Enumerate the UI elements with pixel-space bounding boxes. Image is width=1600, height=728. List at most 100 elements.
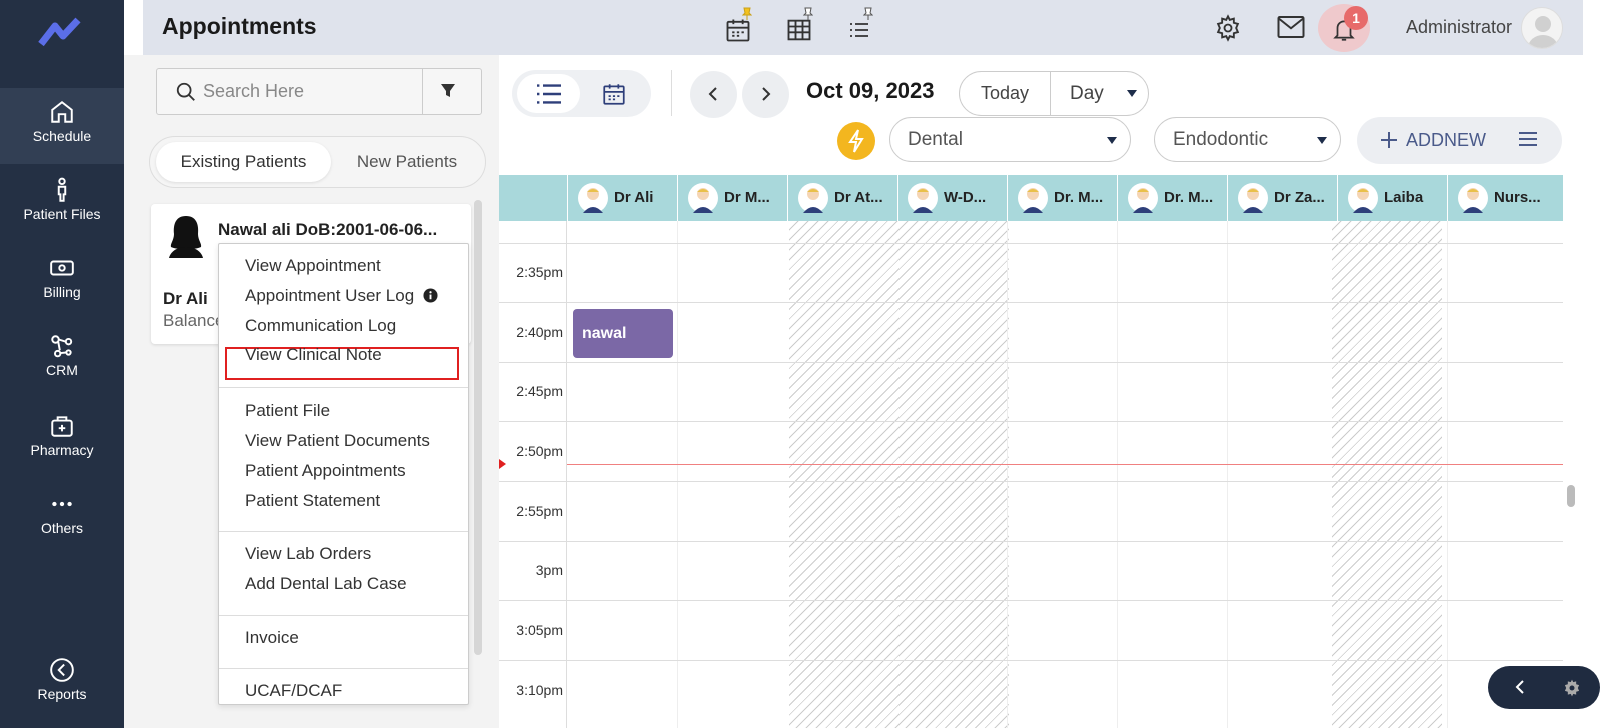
- menu-item-communication-log[interactable]: Communication Log: [245, 316, 396, 336]
- add-new-button[interactable]: ADDNEW: [1357, 117, 1562, 164]
- menu-item-patient-statement[interactable]: Patient Statement: [245, 491, 380, 511]
- hamburger-icon[interactable]: [1517, 129, 1539, 149]
- appointment-block[interactable]: nawal: [573, 309, 673, 358]
- doctor-avatar: [688, 183, 718, 213]
- menu-divider: [219, 615, 468, 616]
- menu-item-appointment-user-log[interactable]: Appointment User Log: [245, 286, 438, 306]
- sidebar-item-billing[interactable]: Billing: [0, 244, 124, 320]
- grid-line: [499, 541, 1563, 542]
- menu-item-view-appointment[interactable]: View Appointment: [245, 256, 381, 276]
- menu-item-view-clinical-note[interactable]: View Clinical Note: [245, 345, 382, 365]
- calendar-mode-button[interactable]: [582, 74, 645, 113]
- time-column: [499, 221, 567, 728]
- subspecialty-select[interactable]: Endodontic: [1154, 117, 1341, 162]
- home-icon: [51, 101, 73, 123]
- avatar[interactable]: [1521, 7, 1563, 49]
- logo[interactable]: [38, 16, 86, 53]
- doctor-column-header[interactable]: Laiba: [1337, 175, 1447, 221]
- menu-item-invoice[interactable]: Invoice: [245, 628, 299, 648]
- next-day-button[interactable]: [742, 71, 789, 118]
- view-select[interactable]: Day: [1052, 72, 1149, 115]
- menu-item-patient-appointments[interactable]: Patient Appointments: [245, 461, 406, 481]
- grid-scrollbar[interactable]: [1567, 485, 1575, 507]
- gear-icon[interactable]: [1214, 14, 1242, 47]
- specialty-select-value: Dental: [908, 129, 963, 150]
- sidebar-item-label: Pharmacy: [30, 442, 94, 458]
- doctor-column-header[interactable]: Dr M...: [677, 175, 787, 221]
- tab-existing-patients[interactable]: Existing Patients: [156, 142, 331, 182]
- sidebar-item-label: Others: [40, 520, 83, 536]
- menu-item-view-lab-orders[interactable]: View Lab Orders: [245, 544, 371, 564]
- menu-item-view-patient-documents[interactable]: View Patient Documents: [245, 431, 430, 451]
- unavailable-column: [899, 221, 1009, 728]
- doctor-avatar: [1238, 183, 1268, 213]
- menu-item-ucaf-dcaf[interactable]: UCAF/DCAF: [245, 681, 342, 701]
- doctor-avatar: [578, 183, 608, 213]
- doctor-column-header[interactable]: W-D...: [897, 175, 1007, 221]
- sidebar-item-label: Patient Files: [23, 206, 101, 222]
- patient-avatar-icon: [169, 216, 203, 258]
- doctor-column-header[interactable]: Dr At...: [787, 175, 897, 221]
- schedule-grid: Dr Ali Dr M... Dr At... W-D... Dr. M... …: [499, 175, 1584, 728]
- list-icon: [537, 84, 561, 104]
- column-line: [1007, 221, 1008, 728]
- filter-icon[interactable]: [440, 83, 456, 99]
- sidebar-item-label: Billing: [43, 284, 81, 300]
- sidebar-item-crm[interactable]: CRM: [0, 322, 124, 398]
- grid-line: [499, 243, 1563, 244]
- plus-icon: [1381, 132, 1397, 148]
- doctor-name: W-D...: [944, 189, 987, 206]
- doctor-column-header[interactable]: Dr. M...: [1007, 175, 1117, 221]
- menu-item-patient-file[interactable]: Patient File: [245, 401, 330, 421]
- chevron-right-icon: [762, 87, 771, 101]
- specialty-select[interactable]: Dental: [889, 117, 1131, 162]
- doctor-name: Dr At...: [834, 189, 883, 206]
- chevron-down-icon: [1107, 137, 1117, 144]
- tab-new-patients[interactable]: New Patients: [333, 142, 481, 182]
- quick-action-button[interactable]: [837, 122, 875, 160]
- reports-icon: [50, 658, 74, 682]
- sidebar-item-patient-files[interactable]: Patient Files: [0, 166, 124, 242]
- user-name[interactable]: Administrator: [1406, 17, 1512, 38]
- sidebar-item-label: Schedule: [32, 128, 92, 144]
- sidebar-item-pharmacy[interactable]: Pharmacy: [0, 402, 124, 478]
- doctor-avatar: [1348, 183, 1378, 213]
- column-line: [1117, 221, 1118, 728]
- more-dots-icon: [52, 501, 72, 507]
- sidebar-item-reports[interactable]: Reports: [0, 646, 124, 722]
- time-label: 3pm: [535, 562, 563, 578]
- pin-icon[interactable]: [802, 7, 814, 26]
- chevron-left-icon[interactable]: [1514, 679, 1526, 695]
- menu-item-add-dental-lab-case[interactable]: Add Dental Lab Case: [245, 574, 407, 594]
- subspecialty-select-value: Endodontic: [1173, 129, 1269, 150]
- panel-scrollbar[interactable]: [474, 200, 482, 655]
- time-label: 2:40pm: [516, 324, 563, 340]
- search-input[interactable]: [203, 81, 413, 102]
- time-label: 3:05pm: [516, 622, 563, 638]
- grid-line: [499, 362, 1563, 363]
- doctor-column-header[interactable]: Dr Za...: [1227, 175, 1337, 221]
- time-label: 2:55pm: [516, 503, 563, 519]
- pin-icon[interactable]: [862, 7, 874, 26]
- sidebar-item-schedule[interactable]: Schedule: [0, 88, 124, 164]
- list-mode-button[interactable]: [517, 74, 580, 113]
- mail-icon[interactable]: [1276, 14, 1306, 45]
- doctor-column-header[interactable]: Nurs...: [1447, 175, 1557, 221]
- doctor-avatar: [1018, 183, 1048, 213]
- patient-tabs: Existing Patients New Patients: [149, 136, 486, 188]
- today-button[interactable]: Today: [960, 72, 1051, 115]
- context-menu: View Appointment Appointment User Log Co…: [218, 243, 469, 705]
- notifications-button[interactable]: 1: [1318, 4, 1370, 52]
- time-label: 2:45pm: [516, 383, 563, 399]
- prev-day-button[interactable]: [690, 71, 737, 118]
- person-icon: [57, 177, 67, 202]
- pin-icon[interactable]: [741, 7, 753, 26]
- gear-icon[interactable]: [1562, 678, 1582, 698]
- sidebar-item-others[interactable]: Others: [0, 480, 124, 556]
- doctor-column-header[interactable]: Dr. M...: [1117, 175, 1227, 221]
- view-select-value: Day: [1070, 83, 1104, 104]
- chevron-down-icon: [1317, 137, 1327, 144]
- search-box: [156, 68, 482, 115]
- grid-line: [499, 660, 1563, 661]
- doctor-column-header[interactable]: Dr Ali: [567, 175, 677, 221]
